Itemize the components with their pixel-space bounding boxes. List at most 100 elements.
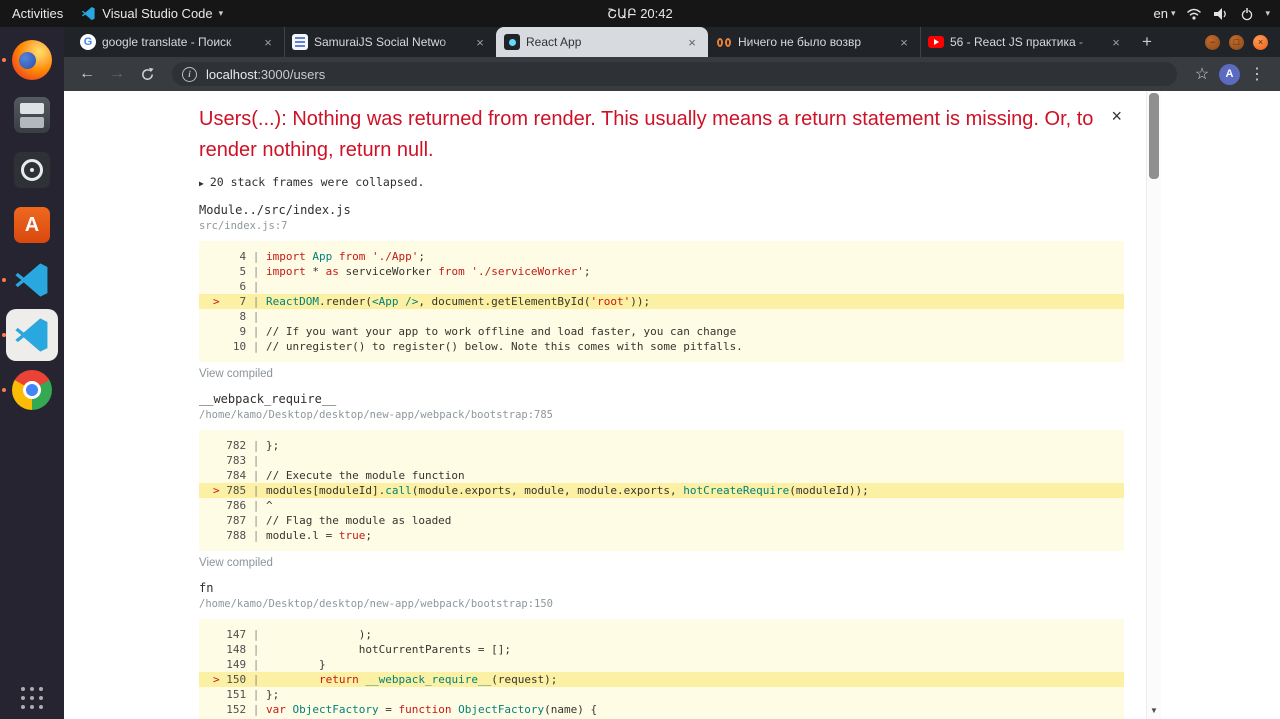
frame-function-name: Module../src/index.js bbox=[199, 203, 351, 217]
code-line: 784 | // Execute the module function bbox=[226, 469, 465, 482]
page-content: Users(...): Nothing was returned from re… bbox=[64, 91, 1280, 719]
vscode-icon bbox=[12, 315, 52, 355]
address-bar[interactable]: i localhost:3000/users bbox=[172, 62, 1177, 86]
chrome-icon bbox=[12, 370, 52, 410]
youtube-favicon-icon bbox=[928, 36, 944, 48]
collapsed-frames-toggle[interactable]: ▶ 20 stack frames were collapsed. bbox=[199, 175, 1124, 191]
tab-4[interactable]: Ничего не было возвр × bbox=[708, 27, 920, 57]
frame-function-name: fn bbox=[199, 581, 214, 595]
chevron-down-icon: ▾ bbox=[1265, 8, 1270, 18]
browser-menu-icon[interactable]: ⋮ bbox=[1244, 61, 1270, 87]
running-indicator bbox=[2, 278, 6, 282]
vscode-icon bbox=[12, 260, 52, 300]
app-grid-button[interactable] bbox=[21, 687, 43, 709]
power-icon bbox=[1240, 7, 1254, 21]
dock-item-chrome[interactable] bbox=[2, 364, 58, 416]
frame-location: /home/kamo/Desktop/desktop/new-app/webpa… bbox=[199, 409, 554, 421]
keyboard-layout-indicator: en ▾ bbox=[1153, 6, 1176, 21]
tab-3[interactable]: React App × bbox=[496, 27, 708, 57]
code-line: 8 | bbox=[239, 310, 266, 323]
code-line: 10 | // unregister() to register() below… bbox=[232, 340, 743, 353]
dock-item-media-player[interactable] bbox=[6, 144, 58, 196]
code-line: 149 | } bbox=[226, 658, 326, 671]
code-line: > 785 | modules[moduleId].call(module.ex… bbox=[199, 483, 1124, 498]
view-compiled-link[interactable]: View compiled bbox=[199, 557, 1124, 569]
browser-window: Ggoogle translate - Поиск × SamuraiJS Soci… bbox=[64, 27, 1280, 719]
profile-avatar[interactable]: A bbox=[1219, 63, 1240, 85]
dock-item-file-manager[interactable] bbox=[6, 89, 58, 141]
tab-close-icon[interactable]: × bbox=[472, 35, 488, 50]
maximize-button[interactable]: □ bbox=[1229, 34, 1244, 50]
tab-title: Ничего не было возвр bbox=[738, 35, 862, 49]
firefox-icon bbox=[12, 40, 52, 80]
orange-dots-favicon-icon bbox=[716, 34, 732, 50]
volume-icon bbox=[1213, 7, 1229, 21]
frame-function-name: __webpack_require__ bbox=[199, 392, 337, 406]
code-line: 147 | ); bbox=[226, 628, 372, 641]
code-snippet: 147 | ); 148 | hotCurrentParents = []; 1… bbox=[199, 619, 1124, 719]
close-button[interactable]: × bbox=[1253, 34, 1268, 50]
frame-location: src/index.js:7 bbox=[199, 220, 288, 232]
window-controls: − □ × bbox=[1205, 27, 1268, 57]
stack-frames: Module../src/index.js src/index.js:7 4 | … bbox=[199, 203, 1124, 719]
top-bar: Activities Visual Studio Code ▾ ՇԱԲ 20:4… bbox=[0, 0, 1280, 27]
tab-close-icon[interactable]: × bbox=[896, 35, 912, 50]
tab-title: google translate - Поиск bbox=[102, 35, 232, 49]
dock-item-vscode[interactable] bbox=[2, 254, 58, 306]
forward-button[interactable]: → bbox=[104, 61, 130, 87]
tab-close-icon[interactable]: × bbox=[684, 35, 700, 50]
dock-item-vscode-active[interactable] bbox=[2, 309, 58, 361]
code-line: 782 | }; bbox=[226, 439, 280, 452]
tab-5[interactable]: 56 - React JS практика - × bbox=[920, 27, 1132, 57]
running-indicator bbox=[2, 58, 6, 62]
tab-2[interactable]: SamuraiJS Social Netwo × bbox=[284, 27, 496, 57]
system-tray[interactable]: en ▾ ▾ bbox=[1153, 0, 1270, 27]
scroll-down-icon[interactable]: ▼ bbox=[1147, 704, 1161, 718]
error-overlay: Users(...): Nothing was returned from re… bbox=[199, 91, 1124, 719]
code-line: 5 | import * as serviceWorker from './se… bbox=[239, 265, 591, 278]
close-icon[interactable]: × bbox=[1111, 106, 1122, 127]
tab-title: React App bbox=[526, 35, 582, 49]
page-info-icon[interactable]: i bbox=[182, 66, 197, 82]
clock[interactable]: ՇԱԲ 20:42 bbox=[607, 6, 672, 22]
running-indicator bbox=[2, 388, 6, 392]
code-line: > 7 | ReactDOM.render(<App />, document.… bbox=[199, 294, 1124, 309]
code-line: 6 | bbox=[239, 280, 266, 293]
focused-app-menu[interactable]: Visual Studio Code ▾ bbox=[81, 6, 223, 21]
code-line: 152 | var ObjectFactory = function Objec… bbox=[226, 703, 598, 716]
stack-frame: Module../src/index.js src/index.js:7 4 | … bbox=[199, 203, 1124, 380]
view-compiled-link[interactable]: View compiled bbox=[199, 368, 1124, 380]
code-line: 148 | hotCurrentParents = []; bbox=[226, 643, 512, 656]
new-tab-button[interactable]: + bbox=[1132, 27, 1162, 57]
dock-item-ubuntu-software[interactable]: A bbox=[6, 199, 58, 251]
stack-frame: fn/home/kamo/Desktop/desktop/new-app/web… bbox=[199, 581, 1124, 719]
code-line: 786 | ^ bbox=[226, 499, 273, 512]
dock-item-firefox[interactable] bbox=[2, 34, 58, 86]
wifi-icon bbox=[1186, 8, 1202, 20]
tab-close-icon[interactable]: × bbox=[1108, 35, 1124, 50]
media-player-icon bbox=[14, 152, 50, 188]
stack-frame: __webpack_require__ /home/kamo/Desktop/de… bbox=[199, 392, 1124, 569]
scrollbar[interactable]: ▼ bbox=[1146, 91, 1161, 719]
react-favicon-icon bbox=[504, 34, 520, 50]
ubuntu-software-icon: A bbox=[14, 207, 50, 243]
code-line: > 150 | return __webpack_require__(reque… bbox=[199, 672, 1124, 687]
activities-button[interactable]: Activities bbox=[12, 6, 63, 21]
code-line: 9 | // If you want your app to work offl… bbox=[239, 325, 737, 338]
code-snippet: 4 | import App from './App'; 5 | import … bbox=[199, 241, 1124, 362]
tab-strip: Ggoogle translate - Поиск × SamuraiJS Soci… bbox=[64, 27, 1280, 57]
vscode-icon bbox=[81, 6, 96, 21]
code-line: 787 | // Flag the module as loaded bbox=[226, 514, 452, 527]
collapsed-frames-label: 20 stack frames were collapsed. bbox=[209, 175, 425, 189]
refresh-button[interactable] bbox=[134, 61, 160, 87]
tab-1[interactable]: Ggoogle translate - Поиск × bbox=[72, 27, 284, 57]
focused-app-name: Visual Studio Code bbox=[102, 6, 213, 21]
code-line: 4 | import App from './App'; bbox=[239, 250, 425, 263]
running-indicator bbox=[2, 333, 6, 337]
scrollbar-thumb[interactable] bbox=[1149, 93, 1159, 179]
back-button[interactable]: ← bbox=[74, 61, 100, 87]
bookmark-star-icon[interactable]: ☆ bbox=[1189, 61, 1215, 87]
minimize-button[interactable]: − bbox=[1205, 34, 1220, 50]
tab-close-icon[interactable]: × bbox=[260, 35, 276, 50]
dock: A bbox=[0, 27, 64, 719]
